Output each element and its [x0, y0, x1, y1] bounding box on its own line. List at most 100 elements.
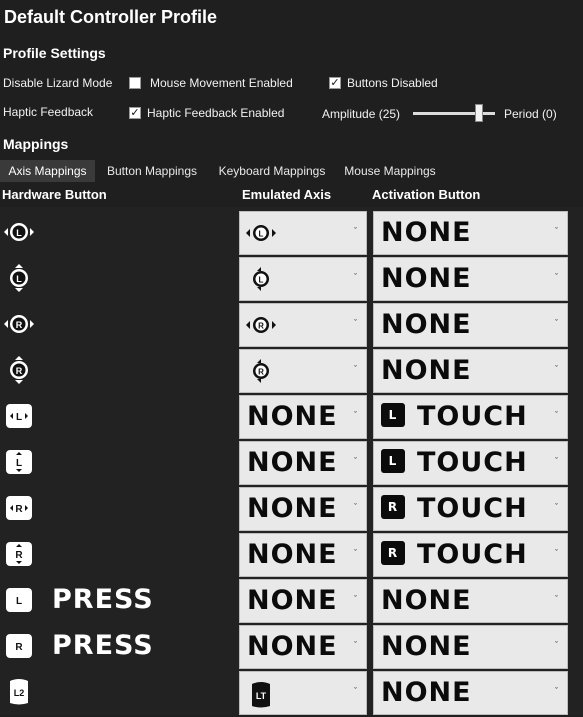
- svg-text:R: R: [15, 642, 23, 653]
- left-pad-vertical-icon: L: [2, 447, 36, 477]
- svg-text:R: R: [16, 366, 23, 376]
- emulated-axis-dropdown[interactable]: NONE ˇ: [239, 579, 367, 623]
- hardware-button-cell: R PRESS: [0, 625, 236, 671]
- chevron-down-icon: ˇ: [354, 318, 357, 328]
- svg-text:L: L: [16, 228, 22, 238]
- column-header-activation: Activation Button: [372, 187, 481, 202]
- emulated-axis-dropdown[interactable]: NONE ˇ: [239, 487, 367, 531]
- activation-button-dropdown[interactable]: NONE ˇ: [373, 211, 568, 255]
- chevron-down-icon: ˇ: [555, 456, 558, 466]
- chevron-down-icon: ˇ: [354, 640, 357, 650]
- chevron-down-icon: ˇ: [555, 686, 558, 696]
- hardware-button-cell: L2: [0, 671, 236, 717]
- hardware-button-cell: L PRESS: [0, 579, 236, 625]
- mapping-tabs: Axis Mappings Button Mappings Keyboard M…: [0, 160, 583, 182]
- activation-button-value: R TOUCH: [381, 538, 528, 572]
- emulated-axis-dropdown[interactable]: Rˇ: [239, 349, 367, 393]
- chevron-down-icon: ˇ: [555, 364, 558, 374]
- left-trigger-lt-icon: LT: [244, 680, 278, 708]
- activation-button-dropdown[interactable]: R TOUCH ˇ: [373, 533, 568, 577]
- activation-button-dropdown[interactable]: R TOUCH ˇ: [373, 487, 568, 531]
- emulated-axis-dropdown[interactable]: NONE ˇ: [239, 625, 367, 669]
- chevron-down-icon: ˇ: [555, 226, 558, 236]
- chevron-down-icon: ˇ: [555, 594, 558, 604]
- left-stick-horizontal-icon: L: [2, 217, 36, 247]
- window-title: Default Controller Profile: [4, 7, 218, 27]
- mouse-movement-label: Mouse Movement Enabled: [150, 76, 293, 90]
- column-header-emulated-axis: Emulated Axis: [242, 187, 332, 202]
- svg-text:R: R: [16, 320, 23, 330]
- emulated-axis-dropdown[interactable]: LT ˇ: [239, 671, 367, 715]
- chevron-down-icon: ˇ: [555, 410, 558, 420]
- activation-button-value: NONE: [381, 631, 472, 662]
- right-stick-vertical-icon: R: [2, 355, 36, 385]
- chevron-down-icon: ˇ: [555, 640, 558, 650]
- activation-button-value: NONE: [381, 217, 472, 248]
- right-stick-horizontal-icon: R: [244, 312, 278, 338]
- hardware-button-cell: L: [0, 395, 236, 441]
- svg-text:R: R: [15, 504, 23, 515]
- svg-text:L: L: [259, 276, 264, 285]
- activation-button-dropdown[interactable]: NONE ˇ: [373, 671, 568, 715]
- tab-mouse-mappings[interactable]: Mouse Mappings: [338, 160, 442, 182]
- emulated-axis-dropdown[interactable]: Lˇ: [239, 257, 367, 301]
- emulated-axis-value: NONE: [247, 401, 338, 432]
- buttons-disabled-checkbox[interactable]: ✓: [329, 77, 341, 89]
- activation-button-dropdown[interactable]: NONE ˇ: [373, 579, 568, 623]
- activation-button-value: NONE: [381, 309, 472, 340]
- tab-keyboard-mappings[interactable]: Keyboard Mappings: [211, 160, 333, 182]
- activation-button-dropdown[interactable]: L TOUCH ˇ: [373, 441, 568, 485]
- left-stick-horizontal-icon: L: [244, 220, 278, 246]
- tab-axis-mappings[interactable]: Axis Mappings: [0, 160, 95, 182]
- activation-button-dropdown[interactable]: NONE ˇ: [373, 257, 568, 301]
- left-stick-vertical-icon: L: [2, 263, 36, 293]
- svg-text:L: L: [16, 596, 22, 607]
- chevron-down-icon: ˇ: [354, 686, 357, 696]
- chevron-down-icon: ˇ: [555, 548, 558, 558]
- touchpad-badge-icon: R: [381, 494, 405, 519]
- emulated-axis-dropdown[interactable]: NONE ˇ: [239, 395, 367, 439]
- chevron-down-icon: ˇ: [354, 594, 357, 604]
- touchpad-badge-icon: L: [381, 448, 405, 473]
- svg-text:L: L: [259, 230, 264, 239]
- mappings-heading: Mappings: [3, 136, 69, 152]
- chevron-down-icon: ˇ: [354, 226, 357, 236]
- activation-button-dropdown[interactable]: NONE ˇ: [373, 349, 568, 393]
- activation-button-dropdown[interactable]: NONE ˇ: [373, 303, 568, 347]
- chevron-down-icon: ˇ: [354, 456, 357, 466]
- activation-button-dropdown[interactable]: NONE ˇ: [373, 625, 568, 669]
- svg-text:L: L: [16, 458, 22, 469]
- chevron-down-icon: ˇ: [354, 410, 357, 420]
- right-pad-press-icon: R: [2, 631, 36, 661]
- hardware-press-label: PRESS: [52, 584, 154, 615]
- activation-button-dropdown[interactable]: L TOUCH ˇ: [373, 395, 568, 439]
- activation-button-value: NONE: [381, 355, 472, 386]
- column-header-hardware: Hardware Button: [2, 187, 107, 202]
- chevron-down-icon: ˇ: [555, 318, 558, 328]
- mouse-movement-checkbox[interactable]: [129, 77, 141, 89]
- left-stick-vertical-icon: L: [244, 266, 278, 292]
- svg-text:R: R: [258, 368, 264, 377]
- hardware-button-cell: L: [0, 211, 236, 257]
- activation-button-value: L TOUCH: [381, 400, 528, 434]
- emulated-axis-dropdown[interactable]: NONE ˇ: [239, 441, 367, 485]
- haptic-enabled-label: Haptic Feedback Enabled: [147, 106, 285, 120]
- svg-text:L: L: [16, 274, 22, 284]
- disable-lizard-label: Disable Lizard Mode: [3, 76, 113, 90]
- tab-button-mappings[interactable]: Button Mappings: [100, 160, 204, 182]
- chevron-down-icon: ˇ: [555, 272, 558, 282]
- emulated-axis-dropdown[interactable]: NONE ˇ: [239, 533, 367, 577]
- left-pad-press-icon: L: [2, 585, 36, 615]
- emulated-axis-value: NONE: [247, 539, 338, 570]
- right-pad-horizontal-icon: R: [2, 493, 36, 523]
- emulated-axis-dropdown[interactable]: Lˇ: [239, 211, 367, 255]
- emulated-axis-dropdown[interactable]: Rˇ: [239, 303, 367, 347]
- hardware-button-cell: L: [0, 257, 236, 303]
- haptic-enabled-checkbox[interactable]: ✓: [129, 107, 141, 119]
- touchpad-badge-icon: R: [381, 540, 405, 565]
- chevron-down-icon: ˇ: [354, 502, 357, 512]
- activation-button-value: NONE: [381, 263, 472, 294]
- right-stick-vertical-icon: R: [244, 358, 278, 384]
- svg-text:L: L: [16, 412, 22, 423]
- amplitude-slider-thumb[interactable]: [475, 104, 483, 122]
